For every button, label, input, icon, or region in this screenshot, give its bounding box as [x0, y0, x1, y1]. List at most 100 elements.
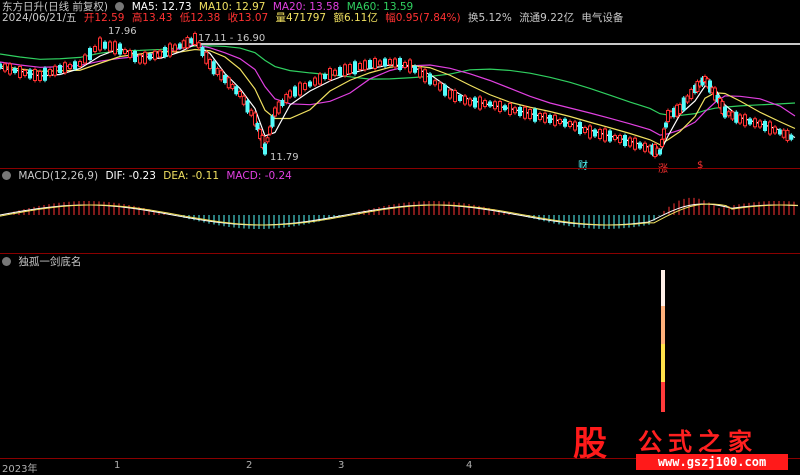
settings-dot-icon[interactable] [115, 2, 125, 11]
indicator-title[interactable]: 独孤一剑底名 [18, 256, 81, 268]
close-label: 收13.07 [227, 12, 269, 24]
candle [638, 142, 642, 149]
dea-label: DEA: -0.11 [163, 170, 219, 182]
sector-label: 电气设备 [581, 12, 624, 24]
candle [280, 100, 285, 106]
macd-chart[interactable] [0, 183, 800, 253]
watermark-logo: 股 [573, 424, 607, 464]
candle [276, 101, 281, 114]
candle [241, 95, 246, 105]
candle [662, 128, 666, 140]
candle [689, 89, 694, 99]
candle [423, 69, 427, 83]
candle [263, 143, 267, 155]
candle [163, 47, 167, 57]
candle [578, 122, 582, 134]
candle [108, 41, 112, 52]
candle [734, 111, 739, 123]
candle [408, 59, 412, 73]
candle [664, 122, 668, 128]
change-label: 幅0.95(7.84%) [385, 12, 461, 24]
candle [678, 104, 682, 114]
open-label: 开12.59 [83, 12, 125, 24]
candle [618, 135, 622, 143]
candle [773, 126, 777, 134]
candle [563, 118, 567, 127]
low-label: 低12.38 [179, 12, 221, 24]
candle [643, 142, 647, 152]
watermark: 股 公式之家 www.gszj100.com [556, 420, 800, 474]
candle [543, 112, 547, 123]
macd-settings-dot-icon[interactable] [2, 171, 11, 180]
candlestick-chart[interactable] [0, 24, 800, 169]
candle [48, 69, 52, 76]
candle [588, 125, 592, 139]
candle [418, 67, 422, 78]
candle [748, 118, 752, 125]
candle [303, 83, 307, 90]
candle [288, 90, 292, 98]
candle [88, 48, 92, 60]
amount-label: 额6.11亿 [333, 12, 378, 24]
candle [353, 61, 357, 75]
candle [270, 115, 275, 127]
candle [273, 107, 277, 117]
candle [13, 68, 17, 73]
candle [533, 108, 537, 122]
candle [743, 114, 747, 127]
candle [558, 119, 562, 124]
candle [181, 40, 186, 49]
candle [538, 113, 542, 120]
candle [215, 68, 220, 75]
signal-bar-segment-top [661, 270, 665, 306]
candle [265, 137, 270, 143]
candle [478, 96, 482, 110]
watermark-title: 公式之家 [638, 428, 758, 456]
candle [548, 115, 552, 123]
x-tick-2: 2 [246, 460, 253, 471]
candle [189, 38, 194, 44]
indicator-settings-dot-icon[interactable] [2, 257, 11, 266]
macd-title[interactable]: MACD(12,26,9) [18, 170, 98, 182]
candle [268, 126, 272, 135]
candle [598, 129, 602, 139]
x-tick-0: 2023年 [2, 464, 38, 475]
candle [503, 105, 507, 111]
candle [123, 49, 127, 54]
marker-cai[interactable]: 财 [578, 157, 588, 172]
candle [38, 71, 42, 81]
ma5-line [0, 43, 796, 154]
candle [723, 106, 727, 118]
candle [513, 107, 517, 114]
candle [153, 50, 157, 60]
pane-separator-2 [0, 253, 800, 254]
candle [553, 114, 557, 126]
x-tick-4: 4 [466, 460, 473, 471]
signal-bar-segment-yellow [661, 344, 665, 382]
x-tick-1: 1 [114, 460, 121, 471]
candle [68, 64, 72, 69]
candle [255, 123, 260, 130]
candle [230, 84, 235, 89]
candle [613, 135, 617, 140]
candle [63, 62, 67, 74]
candle [245, 100, 250, 113]
candle [393, 58, 397, 68]
candle [103, 41, 107, 49]
candle [428, 73, 432, 85]
candle [608, 130, 612, 142]
candle [768, 121, 772, 135]
candle [413, 65, 417, 73]
float-cap-label: 流通9.22亿 [519, 12, 575, 24]
candle [98, 37, 102, 51]
candle [438, 82, 442, 91]
candle [573, 121, 577, 131]
candle [498, 101, 502, 112]
candle [738, 114, 742, 124]
candle [8, 63, 12, 75]
candle [523, 106, 527, 119]
candle [138, 54, 142, 64]
candle [623, 135, 627, 146]
marker-dollar[interactable]: $ [697, 160, 703, 171]
candle [78, 61, 82, 67]
